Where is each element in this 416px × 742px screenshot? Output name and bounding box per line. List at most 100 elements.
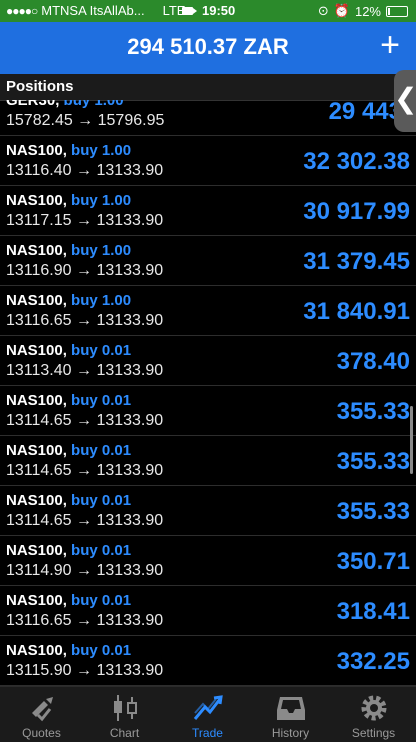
status-left: ●●●●○ MTNSA ItsAllAb... LTE: [6, 3, 185, 18]
price-range: 13114.65 → 13133.90: [6, 412, 164, 429]
position-profit: 30 917.99: [303, 198, 410, 225]
symbol-name: NAS100,: [6, 542, 67, 559]
position-row[interactable]: NAS100, buy 1.00 13117.15 → 13133.90 30 91…: [0, 186, 416, 236]
status-bar: ●●●●○ MTNSA ItsAllAb... LTE 19:50 ⊙ ⏰ 12…: [0, 0, 416, 22]
gear-icon: [361, 695, 387, 721]
clock-time: 19:50: [202, 3, 236, 18]
position-row[interactable]: NAS100, buy 0.01 13113.40 → 13133.90 378.4…: [0, 336, 416, 386]
position-symbol: NAS100, buy 1.00: [6, 242, 131, 259]
tab-trade-label: Trade: [192, 726, 223, 740]
position-symbol: NAS100, buy 0.01: [6, 642, 131, 659]
trade-action: buy 0.01: [71, 442, 132, 459]
tab-history[interactable]: History: [249, 687, 332, 742]
price-range: 13116.65 → 13133.90: [6, 612, 164, 629]
trade-action: buy 1.00: [63, 100, 124, 109]
position-profit: 355.33: [336, 498, 410, 525]
position-row[interactable]: NAS100, buy 0.01 13114.90 → 13133.90 350.7…: [0, 536, 416, 586]
position-symbol: NAS100, buy 0.01: [6, 442, 131, 459]
position-symbol: NAS100, buy 0.01: [6, 342, 131, 359]
position-row[interactable]: GER30, buy 1.00 15782.45 → 15796.95 29 443…: [0, 100, 416, 136]
signal-icon: ●●●●○: [6, 3, 38, 18]
position-symbol: GER30, buy 1.00: [6, 100, 124, 109]
account-balance: 294 510.37 ZAR: [127, 34, 289, 59]
trade-action: buy 1.00: [71, 192, 132, 209]
status-right: ⊙ ⏰ 12%: [318, 3, 408, 19]
trade-action: buy 0.01: [71, 392, 132, 409]
symbol-name: NAS100,: [6, 192, 67, 209]
price-range: 15782.45 → 15796.95: [6, 112, 165, 129]
tab-chart[interactable]: Chart: [83, 687, 166, 742]
bottom-tab-bar: Quotes Chart Trade History Settings: [0, 686, 416, 742]
carrier-name: MTNSA ItsAllAb...: [41, 3, 145, 18]
trade-icon: [193, 695, 223, 720]
position-symbol: NAS100, buy 0.01: [6, 592, 131, 609]
position-profit: 332.25: [336, 648, 410, 675]
trade-action: buy 0.01: [71, 592, 132, 609]
battery-fill: [388, 7, 390, 15]
side-panel-toggle[interactable]: ❮: [394, 70, 416, 132]
position-row[interactable]: NAS100, buy 0.01 13114.65 → 13133.90 355.3…: [0, 486, 416, 536]
symbol-name: NAS100,: [6, 442, 67, 459]
position-row[interactable]: NAS100, buy 0.01 13114.65 → 13133.90 355.3…: [0, 386, 416, 436]
trade-action: buy 0.01: [71, 492, 132, 509]
position-row[interactable]: NAS100, buy 1.00 13116.90 → 13133.90 31 37…: [0, 236, 416, 286]
symbol-name: GER30,: [6, 100, 60, 109]
price-range: 13116.40 → 13133.90: [6, 162, 164, 179]
quotes-icon: [32, 697, 53, 722]
price-range: 13117.15 → 13133.90: [6, 212, 164, 229]
symbol-name: NAS100,: [6, 592, 67, 609]
symbol-name: NAS100,: [6, 292, 67, 309]
position-symbol: NAS100, buy 0.01: [6, 492, 131, 509]
position-symbol: NAS100, buy 0.01: [6, 542, 131, 559]
position-row[interactable]: NAS100, buy 0.01 13115.90 → 13133.90 332.2…: [0, 636, 416, 686]
price-range: 13116.65 → 13133.90: [6, 312, 164, 329]
positions-title: Positions: [6, 78, 74, 95]
tab-trade[interactable]: Trade: [166, 687, 249, 742]
position-profit: 31 379.45: [303, 248, 410, 275]
new-order-button[interactable]: +: [380, 28, 400, 62]
price-range: 13114.65 → 13133.90: [6, 462, 164, 479]
status-time-group: 19:50: [182, 3, 235, 18]
symbol-name: NAS100,: [6, 242, 67, 259]
rotation-lock-icon: ⊙: [317, 3, 329, 18]
trade-action: buy 1.00: [71, 292, 132, 309]
price-range: 13115.90 → 13133.90: [6, 662, 164, 679]
position-row[interactable]: NAS100, buy 1.00 13116.40 → 13133.90 32 30…: [0, 136, 416, 186]
position-profit: 350.71: [336, 548, 410, 575]
position-row[interactable]: NAS100, buy 0.01 13114.65 → 13133.90 355.3…: [0, 436, 416, 486]
tab-quotes[interactable]: Quotes: [0, 687, 83, 742]
trade-action: buy 1.00: [71, 142, 132, 159]
symbol-name: NAS100,: [6, 342, 67, 359]
tab-settings-label: Settings: [351, 726, 396, 740]
tab-quotes-label: Quotes: [22, 726, 61, 740]
symbol-name: NAS100,: [6, 642, 67, 659]
position-profit: 355.33: [336, 398, 410, 425]
tab-settings[interactable]: Settings: [332, 687, 415, 742]
price-range: 13114.65 → 13133.90: [6, 512, 164, 529]
price-range: 13116.90 → 13133.90: [6, 262, 164, 279]
trade-action: buy 1.00: [71, 242, 132, 259]
position-symbol: NAS100, buy 0.01: [6, 392, 131, 409]
balance-header: 294 510.37 ZAR +: [0, 22, 416, 74]
candlestick-chart-icon: [114, 695, 137, 721]
position-symbol: NAS100, buy 1.00: [6, 292, 131, 309]
position-profit: 378.40: [336, 348, 410, 375]
trade-action: buy 0.01: [71, 342, 132, 359]
scroll-indicator[interactable]: [410, 406, 413, 474]
battery-percent: 12%: [354, 3, 381, 19]
tab-chart-label: Chart: [109, 726, 140, 740]
trade-action: buy 0.01: [71, 542, 132, 559]
positions-section-header: Positions: [0, 74, 416, 101]
positions-list[interactable]: GER30, buy 1.00 15782.45 → 15796.95 29 443…: [0, 100, 416, 686]
positions-rows: GER30, buy 1.00 15782.45 → 15796.95 29 443…: [0, 100, 416, 686]
screen-record-icon: [182, 6, 197, 15]
battery-icon: [386, 5, 408, 17]
position-row[interactable]: NAS100, buy 0.01 13116.65 → 13133.90 318.4…: [0, 586, 416, 636]
position-symbol: NAS100, buy 1.00: [6, 192, 131, 209]
position-row[interactable]: NAS100, buy 1.00 13116.65 → 13133.90 31 84…: [0, 286, 416, 336]
alarm-icon: ⏰: [333, 3, 350, 18]
symbol-name: NAS100,: [6, 492, 67, 509]
position-symbol: NAS100, buy 1.00: [6, 142, 131, 159]
position-profit: 318.41: [336, 598, 410, 625]
price-range: 13113.40 → 13133.90: [6, 362, 164, 379]
